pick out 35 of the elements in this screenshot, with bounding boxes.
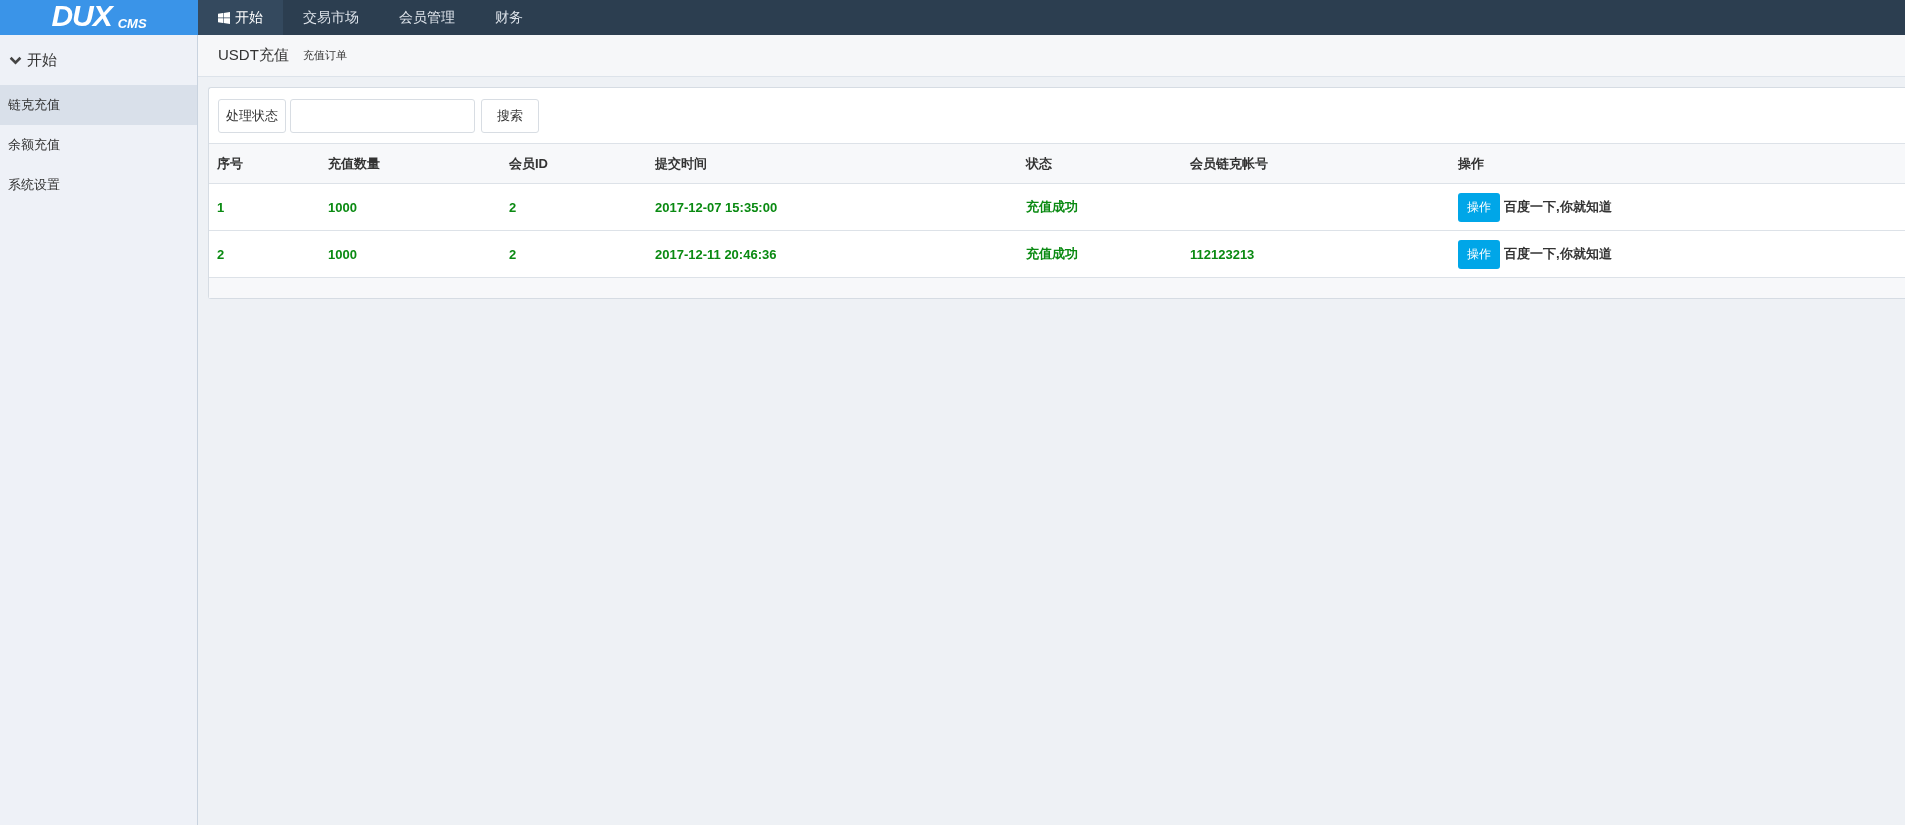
table-cell: 2	[217, 246, 225, 262]
column-header: 充值数量	[328, 155, 380, 171]
table-cell: 2017-12-07 15:35:00	[655, 199, 778, 215]
table-cell: 2	[509, 199, 517, 215]
table-cell: 1000	[328, 199, 357, 215]
column-header: 提交时间	[655, 155, 707, 171]
nav-tab[interactable]: 交易市场	[283, 0, 379, 35]
table-cell: 充值成功	[1026, 246, 1078, 261]
nav-tab[interactable]: 会员管理	[379, 0, 475, 35]
column-header: 会员链克帐号	[1190, 155, 1268, 171]
search-field[interactable]	[290, 98, 475, 133]
table-cell: 112123213	[1190, 246, 1255, 262]
table-cell: 充值成功	[1026, 199, 1078, 214]
windows-icon	[218, 11, 230, 24]
table-cell: 2017-12-11 20:46:36	[655, 246, 777, 262]
logo: DUX CMS	[0, 0, 198, 35]
column-header: 会员ID	[509, 155, 548, 171]
column-header: 状态	[1026, 155, 1052, 171]
search-button[interactable]: 搜索	[481, 98, 539, 133]
sidebar-item[interactable]: 系统设置	[0, 165, 197, 205]
action-text: 百度一下,你就知道	[1504, 198, 1612, 216]
status-filter-button[interactable]: 处理状态	[218, 98, 286, 133]
nav-tab[interactable]: 财务	[475, 0, 543, 35]
page-title: USDT充值	[218, 46, 289, 65]
table-cell: 2	[509, 246, 517, 262]
column-header: 操作	[1458, 155, 1484, 171]
sidebar-group-header[interactable]: 开始	[0, 35, 197, 85]
sidebar-item[interactable]: 余额充值	[0, 125, 197, 165]
page-subtitle: 充值订单	[302, 48, 347, 63]
action-text: 百度一下,你就知道	[1504, 245, 1612, 263]
table-cell: 1000	[328, 246, 357, 262]
nav-tab[interactable]: 开始	[198, 0, 283, 35]
table-cell: 1	[217, 199, 225, 215]
sidebar-item[interactable]: 链克充值	[0, 85, 197, 125]
column-header: 序号	[217, 155, 243, 171]
